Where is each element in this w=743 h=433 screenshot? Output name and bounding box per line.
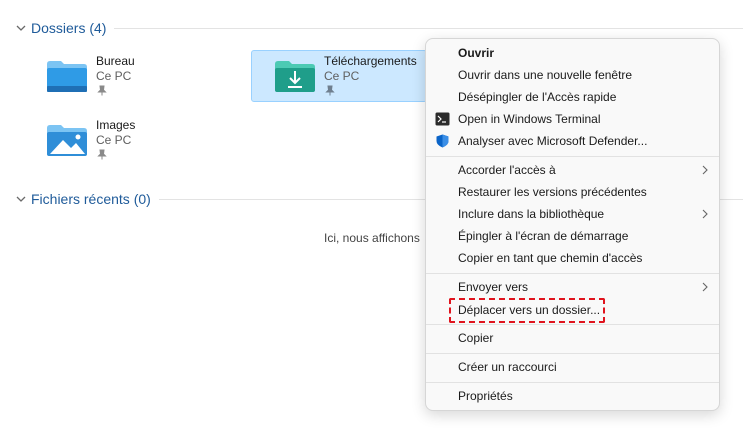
desktop-folder-icon [47,61,87,92]
chevron-down-icon[interactable] [14,21,28,35]
terminal-icon [435,112,450,126]
folder-location: Ce PC [96,69,132,83]
menu-item-copy[interactable]: Copier [430,327,715,349]
pin-icon [325,85,335,96]
section-divider [114,27,743,29]
recent-files-section-title: Fichiers récents (0) [31,191,151,207]
folder-tile-telechargements[interactable]: Téléchargements Ce PC [251,50,427,102]
folder-location: Ce PC [324,69,360,83]
chevron-right-icon [702,209,708,219]
menu-item-pin-start[interactable]: Épingler à l'écran de démarrage [430,225,715,247]
menu-item-properties[interactable]: Propriétés [430,385,715,407]
chevron-down-icon[interactable] [14,192,28,206]
menu-separator [426,156,719,157]
menu-item-label: Épingler à l'écran de démarrage [458,229,629,243]
menu-item-give-access[interactable]: Accorder l'accès à [430,159,715,181]
pictures-folder-icon [47,125,87,156]
menu-item-copy-as-path[interactable]: Copier en tant que chemin d'accès [430,247,715,269]
menu-item-open[interactable]: Ouvrir [430,42,715,64]
menu-item-label: Accorder l'accès à [458,163,556,177]
menu-item-create-shortcut[interactable]: Créer un raccourci [430,356,715,378]
menu-item-label: Inclure dans la bibliothèque [458,207,605,221]
folder-tile-bureau[interactable]: Bureau Ce PC [34,52,234,102]
context-menu: Ouvrir Ouvrir dans une nouvelle fenêtre … [425,38,720,411]
chevron-right-icon [702,165,708,175]
menu-item-open-terminal[interactable]: Open in Windows Terminal [430,108,715,130]
menu-item-label: Propriétés [458,389,513,403]
pin-icon [97,85,107,96]
menu-separator [426,273,719,274]
pin-icon [97,149,107,160]
folder-name: Bureau [96,54,135,68]
folder-name: Téléchargements [324,54,417,68]
menu-item-label: Désépingler de l'Accès rapide [458,90,617,104]
menu-item-label: Ouvrir dans une nouvelle fenêtre [458,68,633,82]
folder-location: Ce PC [96,133,132,147]
menu-separator [426,382,719,383]
highlight-annotation-box [449,298,605,323]
menu-item-label: Restaurer les versions précédentes [458,185,647,199]
menu-item-unpin-quick-access[interactable]: Désépingler de l'Accès rapide [430,86,715,108]
menu-item-label: Copier [458,331,494,345]
menu-item-label: Analyser avec Microsoft Defender... [458,134,648,148]
menu-item-scan-defender[interactable]: Analyser avec Microsoft Defender... [430,130,715,152]
menu-item-label: Envoyer vers [458,280,529,294]
folder-tile-images[interactable]: Images Ce PC [34,116,234,166]
menu-item-open-new-window[interactable]: Ouvrir dans une nouvelle fenêtre [430,64,715,86]
folder-name: Images [96,118,136,132]
folders-section-header[interactable]: Dossiers (4) [14,18,743,38]
recent-files-empty-message: Ici, nous affichons [324,231,420,245]
menu-item-send-to[interactable]: Envoyer vers [430,276,715,298]
menu-item-label: Copier en tant que chemin d'accès [458,251,643,265]
menu-item-label: Open in Windows Terminal [458,112,601,126]
folders-section-title: Dossiers (4) [31,20,107,36]
menu-item-restore-versions[interactable]: Restaurer les versions précédentes [430,181,715,203]
downloads-folder-icon [275,61,315,92]
defender-shield-icon [436,134,449,148]
menu-item-include-library[interactable]: Inclure dans la bibliothèque [430,203,715,225]
menu-item-label: Ouvrir [458,46,495,60]
menu-separator [426,353,719,354]
menu-separator [426,324,719,325]
chevron-right-icon [702,282,708,292]
menu-item-label: Créer un raccourci [458,360,557,374]
